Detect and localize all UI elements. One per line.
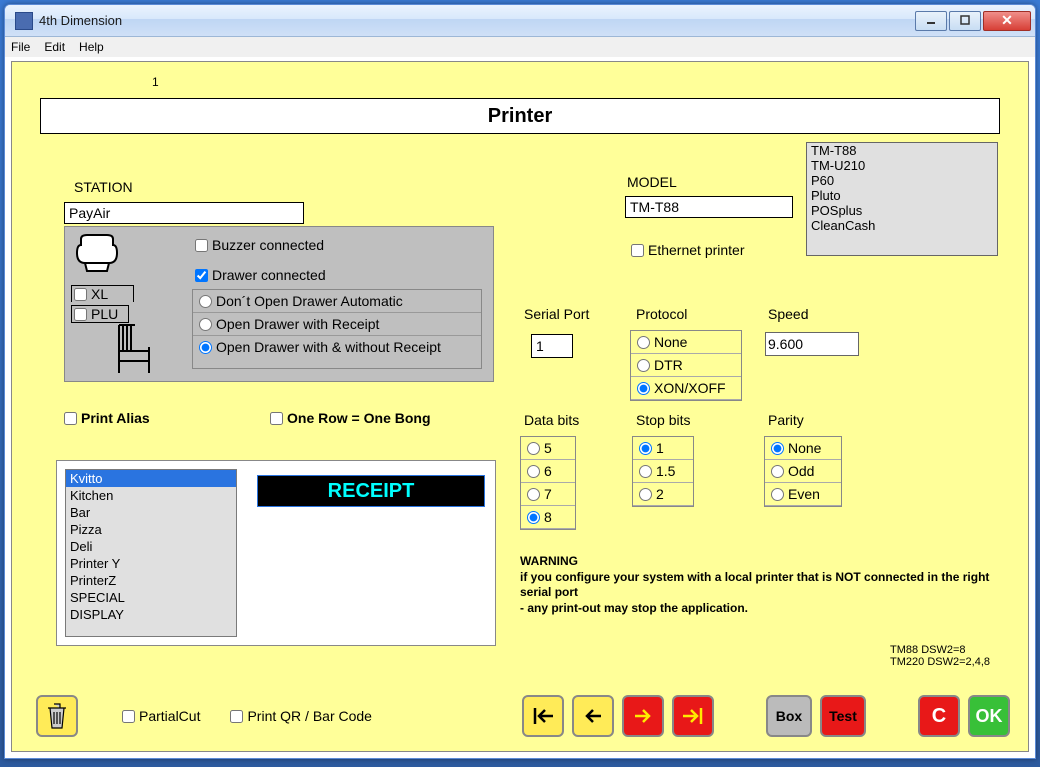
- protocol-group: None DTR XON/XOFF: [630, 330, 742, 401]
- next-record-button[interactable]: [622, 695, 664, 737]
- arrow-right-icon: [631, 706, 655, 726]
- parity-Odd[interactable]: Odd: [765, 460, 841, 483]
- one-row-checkbox[interactable]: One Row = One Bong: [270, 410, 431, 426]
- delete-button[interactable]: [36, 695, 78, 737]
- app-icon: [15, 12, 33, 30]
- cancel-button[interactable]: C: [918, 695, 960, 737]
- drawer-opt-receipt[interactable]: Open Drawer with Receipt: [193, 313, 481, 336]
- last-record-button[interactable]: [672, 695, 714, 737]
- drawer-checkbox[interactable]: Drawer connected: [195, 267, 326, 283]
- prev-record-button[interactable]: [572, 695, 614, 737]
- arrow-left-icon: [581, 706, 605, 726]
- station-input[interactable]: [64, 202, 304, 224]
- close-button[interactable]: ✕: [983, 11, 1031, 31]
- serial-port-label: Serial Port: [524, 306, 589, 322]
- databits-5[interactable]: 5: [521, 437, 575, 460]
- model-label: MODEL: [627, 174, 677, 190]
- plu-checkbox[interactable]: PLU: [71, 305, 129, 323]
- arrow-last-icon: [681, 706, 705, 726]
- databits-label: Data bits: [524, 412, 579, 428]
- drawer-opt-none[interactable]: Don´t Open Drawer Automatic: [193, 290, 481, 313]
- printer-panel: KvittoKitchenBarPizzaDeliPrinter YPrinte…: [56, 460, 496, 646]
- title-bar[interactable]: 4th Dimension ✕: [5, 5, 1035, 37]
- print-qr-checkbox[interactable]: Print QR / Bar Code: [230, 708, 372, 724]
- dsw-note: TM88 DSW2=8 TM220 DSW2=2,4,8: [890, 644, 990, 668]
- minimize-button[interactable]: [915, 11, 947, 31]
- list-item[interactable]: Deli: [66, 538, 236, 555]
- ethernet-checkbox[interactable]: Ethernet printer: [631, 242, 745, 258]
- printer-list[interactable]: KvittoKitchenBarPizzaDeliPrinter YPrinte…: [65, 469, 237, 637]
- parity-None[interactable]: None: [765, 437, 841, 460]
- arrow-first-icon: [531, 706, 555, 726]
- stopbits-1[interactable]: 1: [633, 437, 693, 460]
- protocol-none[interactable]: None: [631, 331, 741, 354]
- protocol-label: Protocol: [636, 306, 687, 322]
- ok-button[interactable]: OK: [968, 695, 1010, 737]
- databits-7[interactable]: 7: [521, 483, 575, 506]
- menu-bar: File Edit Help: [5, 37, 1035, 57]
- list-item[interactable]: Bar: [66, 504, 236, 521]
- speed-label: Speed: [768, 306, 808, 322]
- list-item[interactable]: SPECIAL: [66, 589, 236, 606]
- menu-help[interactable]: Help: [79, 40, 104, 54]
- box-button[interactable]: Box: [766, 695, 812, 737]
- parity-label: Parity: [768, 412, 804, 428]
- page-title: Printer: [40, 98, 1000, 134]
- record-index: 1: [152, 75, 159, 89]
- list-item[interactable]: TM-U210: [807, 158, 997, 173]
- list-item[interactable]: Kvitto: [66, 470, 236, 487]
- receipt-banner: RECEIPT: [257, 475, 485, 507]
- speed-input[interactable]: [765, 332, 859, 356]
- list-item[interactable]: CleanCash: [807, 218, 997, 233]
- databits-8[interactable]: 8: [521, 506, 575, 529]
- xl-checkbox[interactable]: XL: [71, 285, 134, 302]
- bottom-toolbar: PartialCut Print QR / Bar Code Box Test …: [12, 691, 1028, 741]
- stopbits-label: Stop bits: [636, 412, 690, 428]
- stopbits-1.5[interactable]: 1.5: [633, 460, 693, 483]
- first-record-button[interactable]: [522, 695, 564, 737]
- databits-6[interactable]: 6: [521, 460, 575, 483]
- printer-icon: [73, 233, 123, 273]
- databits-group: 5678: [520, 436, 576, 530]
- window-title: 4th Dimension: [39, 13, 122, 28]
- stopbits-2[interactable]: 2: [633, 483, 693, 506]
- serial-port-input[interactable]: [531, 334, 573, 358]
- menu-edit[interactable]: Edit: [44, 40, 65, 54]
- protocol-xonxoff[interactable]: XON/XOFF: [631, 377, 741, 400]
- list-item[interactable]: Kitchen: [66, 487, 236, 504]
- list-item[interactable]: POSplus: [807, 203, 997, 218]
- drawer-opt-both[interactable]: Open Drawer with & without Receipt: [193, 336, 481, 358]
- test-button[interactable]: Test: [820, 695, 866, 737]
- maximize-button[interactable]: [949, 11, 981, 31]
- parity-Even[interactable]: Even: [765, 483, 841, 506]
- menu-file[interactable]: File: [11, 40, 30, 54]
- list-item[interactable]: DISPLAY: [66, 606, 236, 623]
- print-alias-checkbox[interactable]: Print Alias: [64, 410, 150, 426]
- trash-icon: [46, 702, 68, 730]
- list-item[interactable]: P60: [807, 173, 997, 188]
- app-window: 4th Dimension ✕ File Edit Help 1 Printer…: [4, 4, 1036, 759]
- list-item[interactable]: PrinterZ: [66, 572, 236, 589]
- model-list[interactable]: TM-T88TM-U210P60PlutoPOSplusCleanCash: [806, 142, 998, 256]
- list-item[interactable]: TM-T88: [807, 143, 997, 158]
- list-item[interactable]: Printer Y: [66, 555, 236, 572]
- protocol-dtr[interactable]: DTR: [631, 354, 741, 377]
- stopbits-group: 11.52: [632, 436, 694, 507]
- model-input[interactable]: [625, 196, 793, 218]
- list-item[interactable]: Pizza: [66, 521, 236, 538]
- options-panel: XL PLU Buzzer connected Drawer connected…: [64, 226, 494, 382]
- partial-cut-checkbox[interactable]: PartialCut: [122, 708, 200, 724]
- warning-text: WARNING if you configure your system wit…: [520, 554, 1000, 616]
- list-item[interactable]: Pluto: [807, 188, 997, 203]
- content-area: 1 Printer STATION XL PLU Buzzer connecte…: [11, 61, 1029, 752]
- buzzer-checkbox[interactable]: Buzzer connected: [195, 237, 324, 253]
- parity-group: NoneOddEven: [764, 436, 842, 507]
- station-label: STATION: [74, 179, 133, 195]
- drawer-options: Don´t Open Drawer Automatic Open Drawer …: [192, 289, 482, 369]
- chair-icon: [113, 323, 155, 375]
